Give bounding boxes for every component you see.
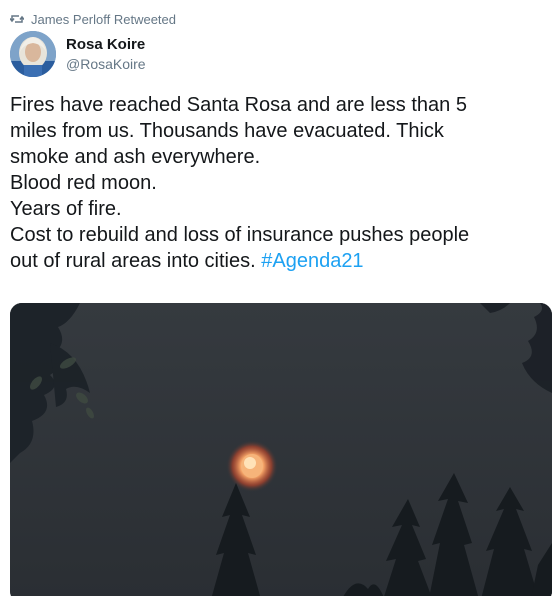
tweet-text-line-last: out of rural areas into cities. #Agenda2… [10,248,550,274]
hashtag-link[interactable]: #Agenda21 [261,250,363,272]
tweet-text: Fires have reached Santa Rosa and are le… [10,92,550,274]
tweet-text-line: Years of fire. [10,198,122,220]
author-block[interactable]: Rosa Koire @RosaKoire [66,36,146,72]
tweet-text-line: miles from us. Thousands have evacuated.… [10,120,444,142]
author-name[interactable]: Rosa Koire [66,36,146,53]
retweet-icon [9,12,25,26]
avatar[interactable] [10,31,56,77]
author-handle[interactable]: @RosaKoire [66,56,146,72]
tweet-text-line: Cost to rebuild and loss of insurance pu… [10,224,470,246]
retweet-label[interactable]: James Perloff Retweeted [31,12,176,27]
tweet-photo[interactable] [10,303,552,596]
retweet-indicator[interactable]: James Perloff Retweeted [9,10,176,28]
tweet-card[interactable]: James Perloff Retweeted Rosa Koire @Rosa… [0,0,560,596]
tweet-text-line: smoke and ash everywhere. [10,146,261,168]
tweet-text-line: Blood red moon. [10,172,157,194]
tweet-text-line: Fires have reached Santa Rosa and are le… [10,94,467,116]
tweet-text-fragment: out of rural areas into cities. [10,250,262,272]
